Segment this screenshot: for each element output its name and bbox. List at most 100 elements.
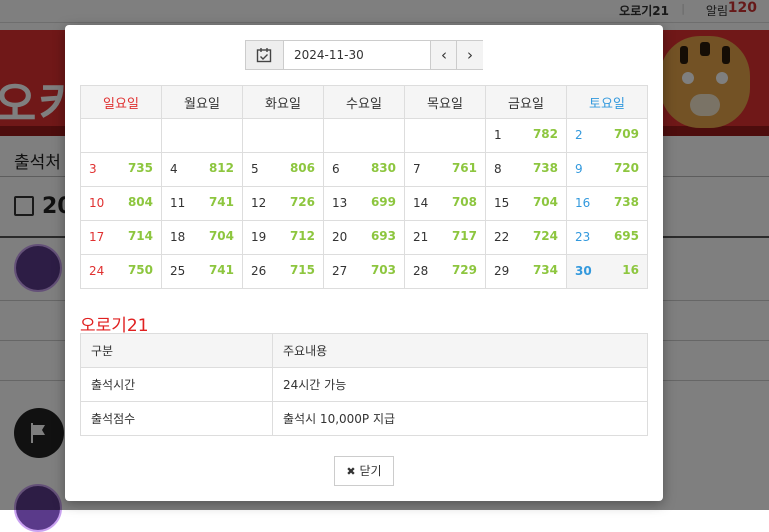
calendar-day-cell: 10 804 (80, 186, 162, 221)
info-header-content: 주요내용 (272, 333, 648, 368)
calendar-day-cell (161, 118, 243, 153)
day-points: 806 (289, 161, 315, 175)
day-points: 693 (370, 229, 396, 243)
calendar-week-row: 1 782 2 709 (80, 118, 648, 153)
weekday-monday: 월요일 (161, 85, 243, 119)
calendar-day-cell-today: 30 16 (566, 254, 648, 289)
calendar-day-cell (404, 118, 486, 153)
day-points: 812 (208, 161, 234, 175)
info-cell-content: 출석시 10,000P 지급 (272, 401, 648, 436)
calendar-day-cell: 7 761 (404, 152, 486, 187)
day-points: 741 (208, 195, 234, 209)
day-number: 13 (332, 196, 348, 210)
calendar-day-cell: 24 750 (80, 254, 162, 289)
day-number: 8 (494, 162, 502, 176)
calendar-day-cell (242, 118, 324, 153)
attendance-modal: ‹ › 일요일 월요일 화요일 수요일 목요일 금요일 토요일 1782 (65, 25, 663, 501)
day-points: 782 (532, 127, 558, 141)
calendar-day-cell (323, 118, 405, 153)
day-points: 735 (127, 161, 153, 175)
day-number: 4 (170, 162, 178, 176)
day-number: 10 (89, 196, 105, 210)
info-row: 출석시간 24시간 가능 (80, 367, 648, 402)
weekday-header-row: 일요일 월요일 화요일 수요일 목요일 금요일 토요일 (80, 85, 648, 119)
day-number: 27 (332, 264, 348, 278)
next-month-button[interactable]: › (456, 41, 483, 69)
day-points: 726 (289, 195, 315, 209)
day-number: 5 (251, 162, 259, 176)
calendar-day-cell: 17 714 (80, 220, 162, 255)
calendar-day-cell: 3 735 (80, 152, 162, 187)
day-number: 2 (575, 128, 583, 142)
day-points: 703 (370, 263, 396, 277)
day-number: 26 (251, 264, 267, 278)
calendar-day-cell: 23 695 (566, 220, 648, 255)
calendar-day-cell: 14 708 (404, 186, 486, 221)
day-number: 20 (332, 230, 348, 244)
calendar-day-cell: 18 704 (161, 220, 243, 255)
calendar-day-cell: 8 738 (485, 152, 567, 187)
calendar-week-row: 17 714 18 704 19 712 20 693 21 717 22 724 23 69… (80, 220, 648, 255)
calendar-button[interactable] (246, 41, 284, 69)
weekday-saturday: 토요일 (566, 85, 648, 119)
weekday-friday: 금요일 (485, 85, 567, 119)
calendar-day-cell: 29 734 (485, 254, 567, 289)
calendar-day-cell (80, 118, 162, 153)
day-points: 708 (451, 195, 477, 209)
day-number: 7 (413, 162, 421, 176)
close-button-label: 닫기 (359, 464, 382, 478)
calendar-day-cell: 6 830 (323, 152, 405, 187)
calendar-day-cell: 25 741 (161, 254, 243, 289)
day-points: 750 (127, 263, 153, 277)
day-number: 24 (89, 264, 105, 278)
info-cell-category: 출석시간 (80, 367, 273, 402)
day-number: 12 (251, 196, 267, 210)
day-points: 715 (289, 263, 315, 277)
attendance-calendar: 일요일 월요일 화요일 수요일 목요일 금요일 토요일 1 782 2 709 37… (80, 85, 648, 289)
calendar-day-cell: 11 741 (161, 186, 243, 221)
weekday-wednesday: 수요일 (323, 85, 405, 119)
day-points: 738 (532, 161, 558, 175)
day-points: 712 (289, 229, 315, 243)
calendar-day-cell: 2 709 (566, 118, 648, 153)
day-points: 738 (613, 195, 639, 209)
day-number: 14 (413, 196, 429, 210)
calendar-day-cell: 12 726 (242, 186, 324, 221)
day-number: 11 (170, 196, 186, 210)
day-points: 724 (532, 229, 558, 243)
day-number: 15 (494, 196, 510, 210)
info-row: 출석점수 출석시 10,000P 지급 (80, 401, 648, 436)
day-points: 717 (451, 229, 477, 243)
day-number: 1 (494, 128, 502, 142)
weekday-sunday: 일요일 (80, 85, 162, 119)
close-button[interactable]: ✖ 닫기 (334, 456, 394, 486)
calendar-day-cell: 16 738 (566, 186, 648, 221)
calendar-day-cell: 9 720 (566, 152, 648, 187)
day-points: 704 (532, 195, 558, 209)
info-table: 구분 주요내용 출석시간 24시간 가능 출석점수 출석시 10,000P 지급 (80, 333, 648, 436)
day-points: 804 (127, 195, 153, 209)
info-header-row: 구분 주요내용 (80, 333, 648, 368)
close-icon: ✖ (346, 465, 356, 478)
day-points: 741 (208, 263, 234, 277)
calendar-day-cell: 21 717 (404, 220, 486, 255)
day-points: 714 (127, 229, 153, 243)
prev-month-button[interactable]: ‹ (430, 41, 457, 69)
day-points: 699 (370, 195, 396, 209)
day-number: 9 (575, 162, 583, 176)
calendar-day-cell: 19 712 (242, 220, 324, 255)
calendar-day-cell: 26 715 (242, 254, 324, 289)
calendar-week-row: 3 735 4 812 5 806 6 830 7 761 8 738 9 720 (80, 152, 648, 187)
day-points: 830 (370, 161, 396, 175)
date-input[interactable] (284, 41, 430, 69)
day-number: 29 (494, 264, 510, 278)
day-points: 709 (613, 127, 639, 141)
day-number: 6 (332, 162, 340, 176)
info-header-category: 구분 (80, 333, 273, 368)
info-cell-content: 24시간 가능 (272, 367, 648, 402)
day-number: 22 (494, 230, 510, 244)
chevron-left-icon: ‹ (441, 46, 447, 64)
day-number: 16 (575, 196, 591, 210)
day-number: 25 (170, 264, 186, 278)
day-points: 16 (622, 263, 639, 277)
